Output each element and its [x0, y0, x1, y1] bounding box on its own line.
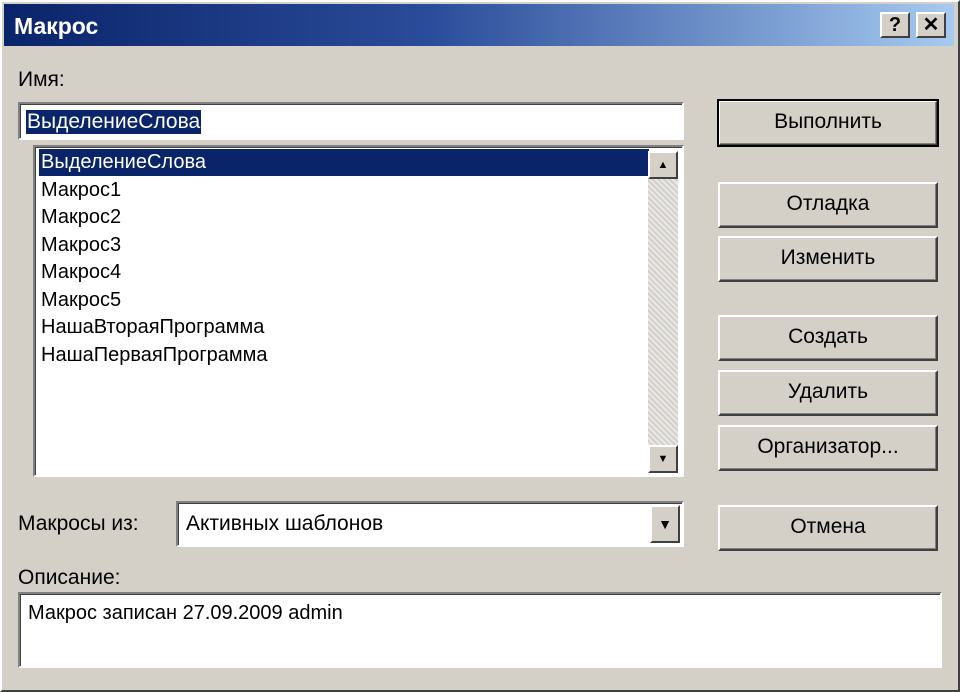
macro-name-input[interactable]: ВыделениеСлова — [18, 102, 684, 140]
description-field: Макрос записан 27.09.2009 admin — [18, 592, 942, 668]
macro-name-value: ВыделениеСлова — [26, 110, 202, 134]
dropdown-arrow-icon[interactable]: ▼ — [650, 505, 680, 543]
cancel-button[interactable]: Отмена — [718, 505, 938, 551]
organizer-button[interactable]: Организатор... — [718, 425, 938, 471]
title-bar[interactable]: Макрос ? ✕ — [4, 4, 954, 46]
macros-in-select[interactable]: Активных шаблонов ▼ — [176, 501, 684, 547]
macro-dialog: Макрос ? ✕ Имя: ВыделениеСлова Выделение… — [0, 0, 960, 692]
description-label: Описание: — [18, 566, 121, 589]
debug-button[interactable]: Отладка — [718, 182, 938, 228]
create-button[interactable]: Создать — [718, 315, 938, 361]
list-item[interactable]: Макрос3 — [39, 232, 649, 259]
description-text: Макрос записан 27.09.2009 admin — [28, 602, 343, 624]
edit-button[interactable]: Изменить — [718, 236, 938, 282]
scroll-up-arrow-icon[interactable]: ▲ — [648, 151, 678, 179]
list-item[interactable]: НашаПерваяПрограмма — [39, 342, 649, 369]
list-item[interactable]: Макрос1 — [39, 177, 649, 204]
list-item[interactable]: Макрос2 — [39, 204, 649, 231]
run-button[interactable]: Выполнить — [717, 99, 939, 147]
window-title: Макрос — [14, 13, 99, 39]
list-item[interactable]: НашаВтораяПрограмма — [39, 314, 649, 341]
list-item[interactable]: ВыделениеСлова — [39, 149, 649, 176]
delete-button[interactable]: Удалить — [718, 370, 938, 416]
scroll-down-arrow-icon[interactable]: ▼ — [648, 445, 678, 473]
list-item[interactable]: Макрос4 — [39, 259, 649, 286]
macro-list[interactable]: ВыделениеСлова Макрос1 Макрос2 Макрос3 Макро… — [33, 145, 684, 477]
list-item[interactable]: Макрос5 — [39, 287, 649, 314]
macros-in-label: Макросы из: — [18, 512, 139, 535]
close-button[interactable]: ✕ — [916, 12, 946, 38]
help-button[interactable]: ? — [880, 12, 910, 38]
name-label: Имя: — [18, 68, 65, 91]
macros-in-value: Активных шаблонов — [186, 512, 384, 535]
list-scrollbar[interactable]: ▲ ▼ — [648, 151, 678, 473]
